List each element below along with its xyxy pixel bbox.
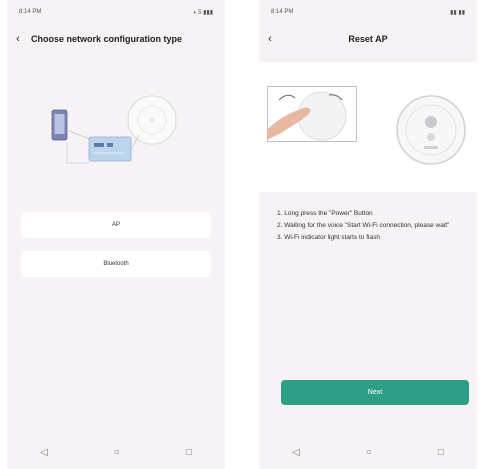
status-time: 8:14 PM [19,9,42,15]
option-bluetooth-button[interactable]: Bluetooth [21,251,211,277]
network-config-screen: 8:14 PM ◖ 5 ▮▮▮ ‹ Choose network configu… [7,0,225,469]
instruction-step-3: 3. Wi-Fi indicator light starts to flash [277,234,380,241]
router-image [88,136,132,162]
nav-recent-icon[interactable]: □ [186,447,192,458]
nav-home-icon[interactable]: ○ [366,447,372,458]
nav-back-icon[interactable]: ◁ [40,447,48,458]
nav-home-icon[interactable]: ○ [114,447,120,458]
instructions-list: 1. Long press the "Power" Button 2. Wait… [277,208,467,244]
status-icons: ◖ 5 ▮▮▮ [192,10,213,16]
back-icon[interactable]: ‹ [7,33,29,45]
header: ‹ Reset AP [259,28,477,50]
nav-recent-icon[interactable]: □ [438,447,444,458]
nav-back-icon[interactable]: ◁ [292,447,300,458]
page-title: Choose network configuration type [31,34,183,44]
status-time: 8:14 PM [271,9,294,15]
instruction-step-2: 2. Waiting for the voice "Start Wi-Fi co… [277,222,450,229]
status-icons: ▮▮ ▮▮ [450,10,465,16]
instruction-step-1: 1. Long press the "Power" Button [277,210,373,217]
system-nav-bar: ◁ ○ □ [7,435,225,469]
page-title: Reset AP [348,34,388,44]
status-bar: 8:14 PM ◖ 5 ▮▮▮ [19,9,213,19]
system-nav-bar: ◁ ○ □ [259,435,477,469]
press-button-illustration [267,86,357,142]
header: ‹ Choose network configuration type [7,28,225,50]
status-bar: 8:14 PM ▮▮ ▮▮ [271,9,465,19]
next-button[interactable]: Next [281,380,469,405]
robot-vacuum-icon [396,95,466,165]
network-diagram-illustration [51,95,177,164]
reset-ap-screen: 8:14 PM ▮▮ ▮▮ ‹ Reset AP 1. Long press t… [259,0,477,469]
option-ap-button[interactable]: AP [21,212,211,238]
